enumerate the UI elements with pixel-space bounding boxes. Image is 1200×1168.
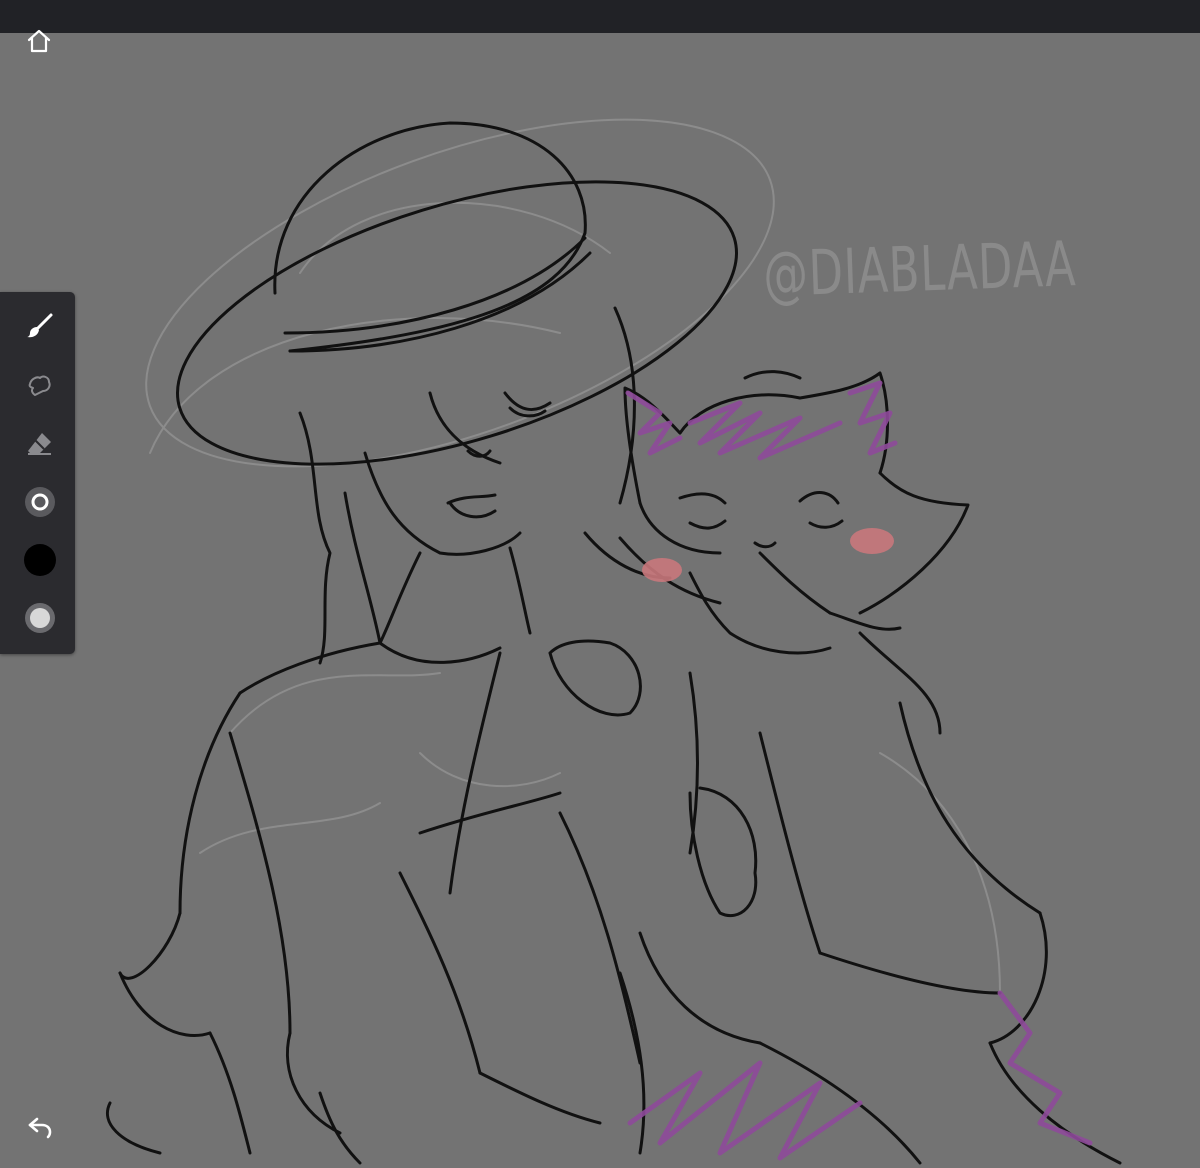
brush-icon (27, 313, 53, 338)
undo-button[interactable] (22, 1110, 58, 1146)
brush-size-button[interactable] (18, 480, 62, 524)
eraser-icon (28, 433, 51, 455)
opacity-icon (25, 603, 55, 633)
smudge-icon (28, 375, 51, 396)
home-icon (27, 29, 51, 53)
home-button[interactable] (22, 25, 56, 57)
color-picker-button[interactable] (18, 538, 62, 582)
eraser-tool-button[interactable] (18, 422, 62, 466)
top-bar (0, 0, 1200, 33)
opacity-button[interactable] (18, 596, 62, 640)
sketch-artwork (106, 118, 1122, 1165)
undo-icon (28, 1117, 52, 1139)
color-swatch (24, 544, 56, 576)
drawing-canvas[interactable]: @DIABLADAA (0, 33, 1200, 1168)
artist-watermark: @DIABLADAA (762, 227, 1078, 311)
smudge-tool-button[interactable] (18, 363, 62, 407)
brush-tool-button[interactable] (18, 304, 62, 348)
tool-panel (0, 292, 75, 654)
brush-size-icon (25, 487, 55, 517)
